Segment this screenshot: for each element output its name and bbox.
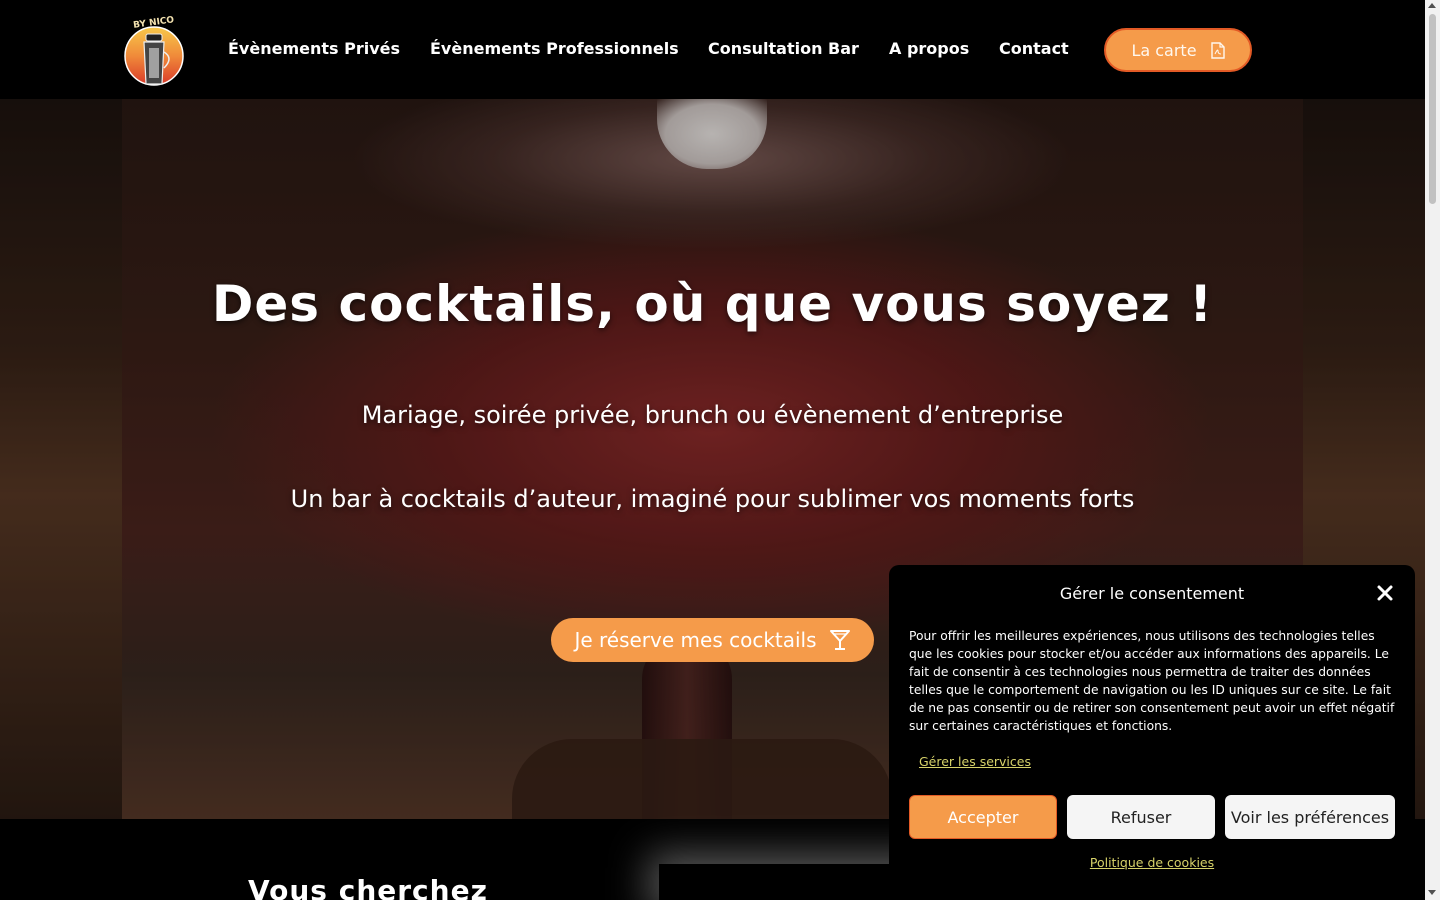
nav-contact[interactable]: Contact — [999, 38, 1069, 60]
consent-title: Gérer le consentement — [1059, 584, 1245, 603]
cookie-policy-link[interactable]: Politique de cookies — [889, 855, 1415, 870]
reserve-cocktails-label: Je réserve mes cocktails — [574, 628, 817, 652]
scroll-up-arrow-icon[interactable] — [1428, 3, 1436, 8]
la-carte-button[interactable]: La carte — [1104, 28, 1252, 72]
reserve-cocktails-button[interactable]: Je réserve mes cocktails — [551, 618, 874, 662]
nav-evenements-professionnels[interactable]: Évènements Professionnels — [430, 38, 679, 60]
nav-a-propos[interactable]: A propos — [889, 38, 969, 60]
nav-evenements-prives[interactable]: Évènements Privés — [228, 38, 400, 60]
cocktail-glass-icon — [829, 630, 850, 650]
hero-subtitle-2: Un bar à cocktails d’auteur, imaginé pou… — [290, 485, 1135, 513]
cookie-consent-dialog: Gérer le consentement Pour offrir les me… — [889, 565, 1415, 900]
hero-subtitle-1: Mariage, soirée privée, brunch ou évènem… — [361, 401, 1064, 429]
scrollbar-thumb[interactable] — [1429, 14, 1436, 204]
nav-consultation-bar[interactable]: Consultation Bar — [708, 38, 859, 60]
consent-description: Pour offrir les meilleures expériences, … — [909, 629, 1395, 733]
logo-bynico[interactable]: BY NICO — [122, 12, 186, 90]
section-heading: Vous cherchez — [248, 874, 488, 900]
view-preferences-button[interactable]: Voir les préférences — [1225, 795, 1395, 839]
scroll-down-arrow-icon[interactable] — [1428, 890, 1436, 895]
la-carte-label: La carte — [1131, 40, 1197, 60]
accept-button[interactable]: Accepter — [909, 795, 1057, 839]
close-icon[interactable] — [1375, 583, 1395, 603]
hero-title: Des cocktails, où que vous soyez ! — [211, 275, 1214, 333]
site-header: BY NICO Évènements Privés Évènements Pro… — [0, 0, 1425, 99]
pdf-file-icon — [1210, 41, 1225, 59]
page-scrollbar[interactable] — [1425, 0, 1440, 900]
refuse-button[interactable]: Refuser — [1067, 795, 1215, 839]
manage-services-link[interactable]: Gérer les services — [919, 754, 1031, 769]
